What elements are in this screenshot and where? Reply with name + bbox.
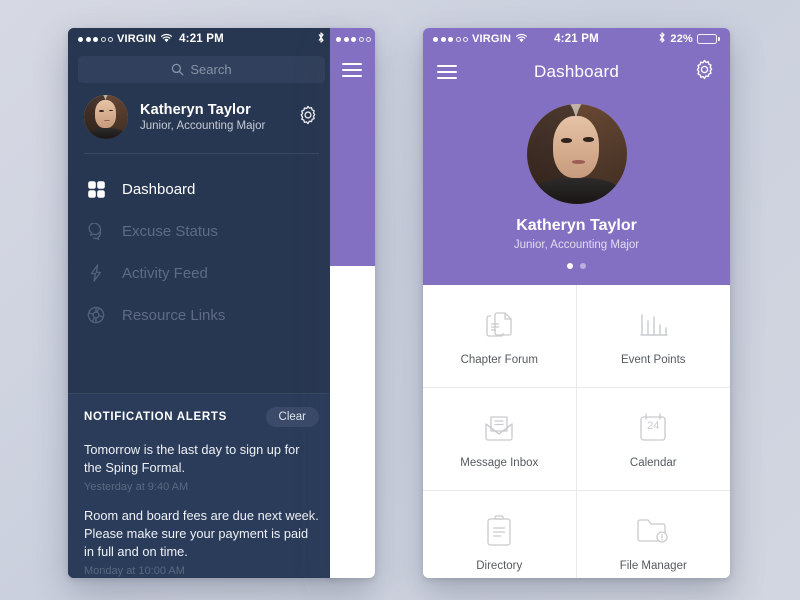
sidebar-item-dashboard[interactable]: Dashboard — [68, 168, 335, 210]
signal-dots-icon — [336, 36, 371, 42]
page-title: Dashboard — [534, 62, 619, 81]
signal-dots-icon — [433, 36, 468, 42]
status-right-group — [317, 31, 325, 47]
bar-chart-icon — [637, 306, 669, 344]
profile-row[interactable]: Katheryn Taylor Junior, Accounting Major — [68, 93, 335, 153]
page-indicator-dots[interactable] — [423, 263, 730, 269]
search-input[interactable]: Search — [78, 56, 325, 83]
bluetooth-icon — [658, 31, 666, 47]
clipboard-icon — [485, 512, 513, 550]
tile-calendar[interactable]: 24 Calendar — [576, 388, 730, 491]
search-icon — [171, 63, 184, 76]
wifi-icon — [515, 33, 528, 46]
notification-text: Tomorrow is the last day to sign up for … — [84, 442, 300, 475]
documents-icon — [482, 306, 516, 344]
tile-chapter-forum[interactable]: Chapter Forum — [423, 285, 577, 388]
battery-icon — [697, 34, 720, 44]
gear-icon[interactable] — [693, 58, 716, 86]
tile-label: Directory — [476, 560, 523, 572]
chat-bubbles-icon — [86, 221, 106, 241]
gear-icon[interactable] — [297, 104, 319, 131]
status-right-group: 22% — [658, 31, 720, 47]
mid-status-bar: VIR — [330, 28, 375, 50]
sidebar-item-label: Resource Links — [122, 306, 226, 324]
right-status-bar: VIRGIN 4:21 PM 22% — [423, 28, 730, 50]
notification-item[interactable]: Room and board fees are due next week. P… — [84, 503, 319, 578]
search-placeholder: Search — [190, 62, 232, 77]
sidebar-item-excuse-status[interactable]: Excuse Status — [68, 210, 335, 252]
status-signal-group: VIRGIN — [433, 33, 528, 46]
sidebar-item-activity-feed[interactable]: Activity Feed — [68, 252, 335, 294]
hamburger-icon[interactable] — [342, 63, 362, 77]
tile-file-manager[interactable]: File Manager — [577, 491, 731, 578]
tile-event-points[interactable]: Event Points — [576, 285, 730, 388]
profile-text: Katheryn Taylor Junior, Accounting Major — [140, 102, 285, 132]
hamburger-icon[interactable] — [437, 65, 457, 79]
calendar-icon: 24 — [638, 409, 668, 447]
tile-label: Message Inbox — [460, 457, 539, 469]
notification-header: NOTIFICATION ALERTS Clear — [68, 394, 335, 437]
sidebar-item-label: Dashboard — [122, 180, 196, 198]
bluetooth-icon — [317, 31, 325, 47]
avatar[interactable] — [526, 104, 627, 204]
sidebar-item-label: Excuse Status — [122, 222, 218, 240]
globe-icon — [86, 305, 106, 325]
clear-notifications-button[interactable]: Clear — [265, 407, 319, 427]
search-section: Search — [68, 50, 335, 93]
left-phone-screen: VIRGIN 4:21 PM Search Katheryn Taylor Ju… — [68, 28, 335, 578]
envelope-icon — [482, 409, 516, 447]
tile-directory[interactable]: Directory — [423, 491, 577, 578]
notification-time: Monday at 10:00 AM — [84, 565, 185, 578]
grid-icon — [86, 179, 106, 199]
status-signal-group: VIRGIN — [78, 33, 173, 46]
profile-subtitle: Junior, Accounting Major — [513, 239, 640, 251]
tile-label: File Manager — [619, 560, 687, 572]
profile-name: Katheryn Taylor — [516, 217, 637, 234]
notification-item[interactable]: Tomorrow is the last day to sign up for … — [84, 437, 319, 503]
profile-name: Katheryn Taylor — [140, 102, 251, 118]
tile-label: Calendar — [629, 457, 677, 469]
calendar-date-badge: 24 — [647, 420, 660, 432]
profile-subtitle: Junior, Accounting Major — [140, 120, 266, 132]
dashboard-tile-grid: Chapter Forum Event Points Message Inbox — [423, 285, 730, 578]
sidebar-item-resource-links[interactable]: Resource Links — [68, 294, 335, 336]
wifi-icon — [160, 33, 173, 46]
notification-time: Yesterday at 9:40 AM — [84, 481, 189, 494]
carrier-label: VIRGIN — [472, 33, 512, 45]
folder-info-icon — [635, 512, 671, 550]
app-header: Dashboard — [423, 50, 730, 94]
tile-message-inbox[interactable]: Message Inbox — [423, 388, 577, 491]
tile-label: Event Points — [620, 354, 686, 366]
notification-text: Room and board fees are due next week. P… — [84, 508, 319, 559]
notification-list: Tomorrow is the last day to sign up for … — [68, 437, 335, 578]
notification-title: NOTIFICATION ALERTS — [84, 411, 227, 423]
status-signal-group: VIR — [336, 33, 375, 45]
right-phone-screen: VIRGIN 4:21 PM 22% Dashboard Katheryn Ta… — [423, 28, 730, 578]
lightning-bolt-icon — [86, 263, 106, 283]
avatar[interactable] — [84, 95, 128, 139]
carrier-label: VIRGIN — [117, 33, 157, 45]
sidebar-item-label: Activity Feed — [122, 264, 208, 282]
mid-content-area — [330, 266, 375, 578]
battery-percent-label: 22% — [670, 33, 693, 45]
signal-dots-icon — [78, 36, 113, 42]
tile-label: Chapter Forum — [460, 354, 538, 366]
mid-phone-screen: VIR — [330, 28, 375, 578]
left-status-bar: VIRGIN 4:21 PM — [68, 28, 335, 50]
sidebar-nav: Dashboard Excuse Status Activity Feed Re… — [68, 154, 335, 352]
profile-hero: Katheryn Taylor Junior, Accounting Major — [423, 94, 730, 285]
notification-panel: NOTIFICATION ALERTS Clear Tomorrow is th… — [68, 393, 335, 578]
